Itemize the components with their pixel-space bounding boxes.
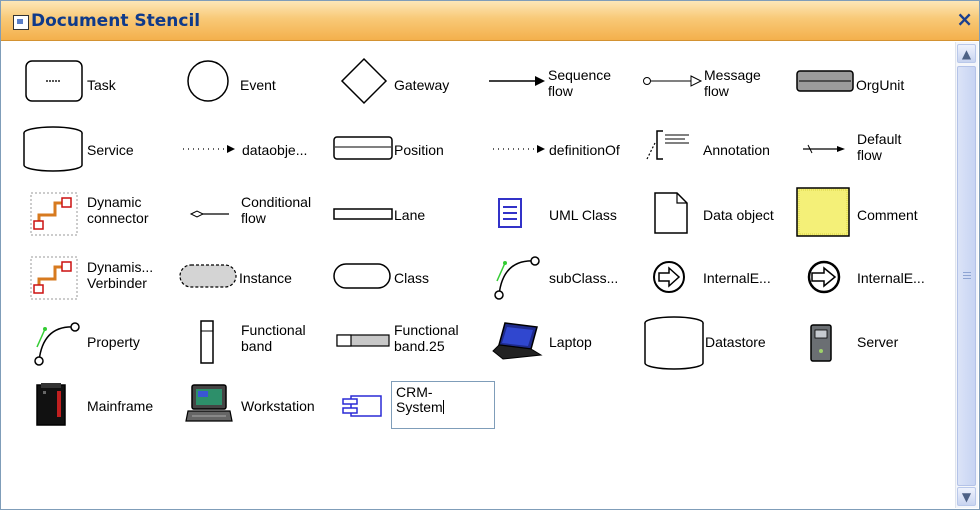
conditional-flow-icon [189,210,229,218]
dynamis-verbinder-label-1: Dynamis... [87,259,154,275]
text-caret [442,400,444,414]
scroll-up-button[interactable]: ▲ [957,44,976,63]
task-label: Task [87,77,116,93]
class-label: Class [394,270,430,286]
position-icon [333,136,393,160]
stencil-icon [13,15,29,30]
conditional-flow-label-2: flow [241,210,266,226]
scroll-thumb[interactable] [957,66,976,486]
default-flow-arrow-icon [803,144,845,154]
data-object-page-icon [654,192,688,234]
lane-icon [333,208,393,220]
uml-class-icon [498,198,522,228]
gateway-label: Gateway [394,77,450,93]
functional-band-icon [200,320,214,364]
dataobject-label: dataobje... [242,142,308,158]
event-label: Event [240,77,276,93]
workstation-label: Workstation [241,398,315,414]
dynamis-verbinder-icon [30,256,78,300]
position-label: Position [394,142,444,158]
data-object-label: Data object [703,207,774,223]
sequence-flow-label-1: Sequence [548,67,612,83]
laptop-label: Laptop [549,334,592,350]
default-flow-label-2: flow [857,147,882,163]
vertical-scrollbar[interactable]: ▲ ▼ [955,42,978,508]
task-icon [25,60,83,102]
event-circle-icon [187,60,229,102]
annotation-label: Annotation [703,142,770,158]
grip-line [963,272,971,273]
dotted-arrow-icon [183,145,235,153]
message-flow-arrow-icon [643,75,703,87]
crm-system-text-line-2: System [396,399,443,415]
functional-band-25-label-1: Functional [394,322,459,338]
sequence-flow-label-2: flow [548,83,573,99]
orgunit-icon [796,70,854,92]
workstation-computer-icon [185,384,233,422]
subclass-label: subClass... [549,270,619,286]
dynamic-connector-label-2: connector [87,210,149,226]
subclass-icon [494,256,540,300]
datastore-cylinder-icon [644,316,704,370]
instance-label: Instance [239,270,292,286]
server-tower-icon [810,324,832,362]
orgunit-label: OrgUnit [856,77,905,93]
uml-class-label: UML Class [549,207,617,223]
functional-band-25-label-2: band.25 [394,338,445,354]
window-title: Document Stencil [31,11,201,31]
class-icon [333,263,391,289]
grip-line [963,275,971,276]
gateway-diamond-icon [340,57,388,105]
service-cylinder-icon [23,126,83,172]
annotation-icon [646,130,689,160]
message-flow-label-2: flow [704,83,729,99]
functional-band-label-1: Functional [241,322,306,338]
definitionof-label: definitionOf [549,142,620,158]
mainframe-label: Mainframe [87,398,154,414]
document-stencil-window: Document Stencil × Task Event Gateway Se… [0,0,980,510]
mainframe-icon [36,383,66,426]
datastore-label: Datastore [705,334,766,350]
comment-note-icon [796,187,850,237]
property-icon [34,322,80,366]
default-flow-label-1: Default [857,131,902,147]
instance-icon [179,264,237,288]
title-bar[interactable]: Document Stencil × [1,1,979,41]
dynamic-connector-label-1: Dynamic [87,194,142,210]
internal-event-icon [653,261,685,293]
internal-e-1-label: InternalE... [703,270,771,286]
service-label: Service [87,142,134,158]
internal-e-2-label: InternalE... [857,270,925,286]
conditional-flow-label-1: Conditional [241,194,312,210]
functional-band-25-icon [336,334,390,347]
component-icon [342,395,382,417]
close-button[interactable]: × [956,7,973,31]
sequence-flow-arrow-icon [489,76,545,86]
internal-event-filled-icon [807,260,841,294]
message-flow-label-1: Message [704,67,761,83]
crm-system-text-line-1: CRM- [396,384,433,400]
dynamis-verbinder-label-2: Verbinder [87,275,147,291]
server-label: Server [857,334,899,350]
functional-band-label-2: band [241,338,273,354]
laptop-icon [492,322,543,360]
comment-label: Comment [857,207,918,223]
scroll-down-button[interactable]: ▼ [957,487,976,506]
crm-system-name-input[interactable]: CRM- System [391,381,495,429]
definitionof-arrow-icon [493,145,545,153]
property-label: Property [87,334,140,350]
dynamic-connector-icon [30,192,78,236]
grip-line [963,278,971,279]
lane-label: Lane [394,207,426,223]
